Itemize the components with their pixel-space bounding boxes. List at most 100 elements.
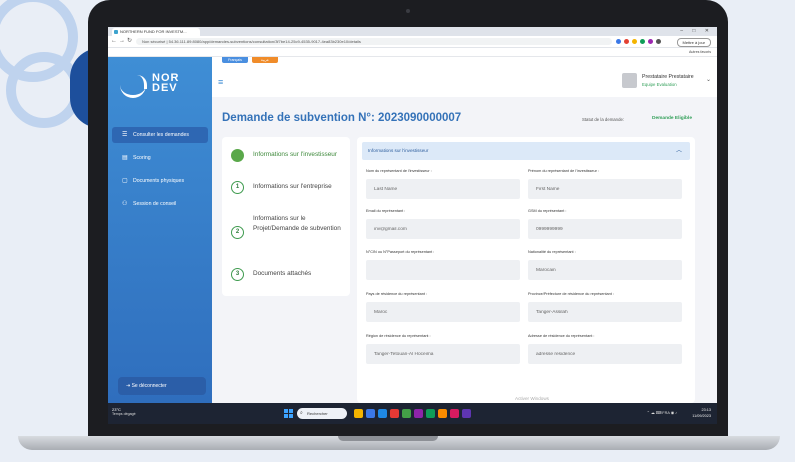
system-tray[interactable]: ⌃ ☁ ⌨ FRA ◉ ♪ [647, 410, 677, 415]
browser-tab[interactable]: NORTHERN FUND FOR INVESTM... [112, 28, 200, 36]
sidebar-item-label: Session de conseil [133, 201, 177, 207]
logout-icon: ⇥ [126, 383, 131, 389]
app-icon[interactable] [462, 409, 471, 418]
field-label: GSM du représentant : [528, 209, 567, 213]
sidebar-item-scoring[interactable]: ▤ Scoring [112, 150, 208, 166]
extension-icon[interactable] [616, 39, 621, 44]
app-icon[interactable] [378, 409, 387, 418]
app-icon[interactable] [438, 409, 447, 418]
field-label: Région de résidence du représentant : [366, 334, 431, 338]
extension-icon[interactable] [624, 39, 629, 44]
avatar[interactable] [622, 73, 637, 88]
lang-fr-button[interactable]: Français [222, 57, 248, 63]
status-badge: Demande Eligible [652, 116, 692, 121]
province-input[interactable] [528, 302, 682, 322]
accordion-header[interactable]: Informations sur l'investisseur ︿ [362, 142, 690, 160]
logout-button[interactable]: ⇥ Se déconnecter [118, 377, 206, 395]
screen: NORTHERN FUND FOR INVESTM... ‒ □ ✕ ← → ↻… [108, 27, 717, 424]
search-icon: ⌕ [300, 410, 303, 416]
weather-widget[interactable]: 23°C Temps dégagé [112, 407, 136, 417]
profile-icon[interactable] [656, 39, 661, 44]
investor-form: Informations sur l'investisseur ︿ Nom du… [357, 137, 695, 403]
extension-icon[interactable] [648, 39, 653, 44]
reload-icon[interactable]: ↻ [127, 38, 132, 45]
section-title: Informations sur l'investisseur [368, 148, 429, 153]
user-role: Equipe Evaluation [642, 82, 677, 87]
laptop-notch [338, 436, 438, 441]
activate-windows-title: Activer Windows [515, 396, 549, 401]
field-label: Nationalité du représentant : [528, 250, 576, 254]
window-controls[interactable]: ‒ □ ✕ [680, 27, 713, 36]
main-content: Français عربية ≡ Prestataire Prestataire… [212, 57, 717, 408]
update-browser-button[interactable]: Mettre à jour [676, 38, 711, 47]
cin-input[interactable] [366, 260, 520, 280]
step-number: 3 [231, 268, 244, 281]
adresse-input[interactable] [528, 344, 682, 364]
sidebar-item-label: Consulter les demandes [133, 132, 189, 138]
sidebar-item-consulter[interactable]: ☰ Consulter les demandes [112, 127, 208, 143]
clock[interactable]: 23:13 11/09/2023 [692, 407, 711, 419]
prenom-input[interactable] [528, 179, 682, 199]
check-circle-icon [231, 149, 244, 162]
sidebar: NOR DEV ☰ Consulter les demandes ▤ Scoring… [108, 57, 212, 403]
camera [406, 9, 410, 13]
email-input[interactable] [366, 219, 520, 239]
step-number: 1 [231, 181, 244, 194]
user-name[interactable]: Prestataire Prestataire [642, 74, 694, 80]
step-label: Informations sur l'investisseur [253, 151, 337, 158]
forward-icon[interactable]: → [119, 38, 125, 45]
field-label: Adresse de résidence du représentant : [528, 334, 595, 338]
browser-tab-strip: NORTHERN FUND FOR INVESTM... ‒ □ ✕ [108, 27, 717, 36]
sidebar-item-label: Scoring [133, 155, 151, 161]
app-icon[interactable] [402, 409, 411, 418]
chevron-down-icon[interactable]: ⌄ [706, 76, 711, 83]
extension-icon[interactable] [640, 39, 645, 44]
chevron-up-icon[interactable]: ︿ [676, 142, 682, 160]
other-bookmarks[interactable]: Autres favoris [689, 48, 711, 56]
windows-start-icon[interactable] [284, 409, 293, 418]
field-label: N°CIN ou N°Passeport du représentant : [366, 250, 435, 254]
back-icon[interactable]: ← [111, 38, 117, 45]
people-icon: ⚇ [122, 201, 128, 207]
region-input[interactable] [366, 344, 520, 364]
stepper: Informations sur l'investisseur 1 Inform… [222, 137, 350, 296]
field-label: Nom du représentant de l'investisseur : [366, 169, 432, 173]
field-label: Prénom du représentant de l'investisseur… [528, 169, 600, 173]
step-label: Documents attachés [253, 270, 312, 277]
favicon-icon [114, 30, 118, 34]
taskbar: 23°C Temps dégagé ⌕ Rechercher ⌃ ☁ ⌨ FRA … [108, 403, 717, 424]
status-label: Statut de la demande: [582, 117, 625, 122]
address-bar-row: ← → ↻ Non sécurisé | 54.36.111.89:8080/a… [108, 36, 717, 48]
nationalite-input[interactable] [528, 260, 682, 280]
extension-icon[interactable] [632, 39, 637, 44]
file-explorer-icon[interactable] [354, 409, 363, 418]
menu-icon[interactable]: ≡ [218, 78, 223, 87]
field-label: Email du représentant : [366, 209, 406, 213]
chrome-icon[interactable] [426, 409, 435, 418]
taskbar-search[interactable]: ⌕ Rechercher [297, 408, 347, 419]
weather-desc: Temps dégagé [112, 412, 136, 416]
sidebar-item-documents[interactable]: ▢ Documents physiques [112, 173, 208, 189]
logout-label: Se déconnecter [131, 383, 167, 389]
app-icon[interactable] [390, 409, 399, 418]
gsm-input[interactable] [528, 219, 682, 239]
nom-input[interactable] [366, 179, 520, 199]
app-icon[interactable] [366, 409, 375, 418]
page-title: Demande de subvention N°: 2023090000007 [222, 112, 462, 124]
url-field[interactable]: Non sécurisé | 54.36.111.89:8080/app/dem… [136, 38, 612, 45]
document-icon: ▢ [122, 178, 128, 184]
list-icon: ☰ [122, 132, 128, 138]
field-label: Province/Préfecture de résidence du repr… [528, 292, 614, 296]
logo-text: NOR DEV [152, 72, 180, 94]
field-label: Pays de résidence du représentant : [366, 292, 427, 296]
scoring-icon: ▤ [122, 155, 128, 161]
top-bar: Français عربية ≡ Prestataire Prestataire… [212, 57, 717, 97]
lang-ar-button[interactable]: عربية [252, 57, 278, 63]
sidebar-item-session[interactable]: ⚇ Session de conseil [112, 196, 208, 212]
app-icon[interactable] [450, 409, 459, 418]
bookmarks-bar: GmailYouTubeMapsActualitésTraduireCredit… [108, 48, 717, 57]
app-icon[interactable] [414, 409, 423, 418]
language-indicator: FRA [662, 411, 670, 415]
nordev-logo: NOR DEV [120, 71, 200, 101]
pays-input[interactable] [366, 302, 520, 322]
